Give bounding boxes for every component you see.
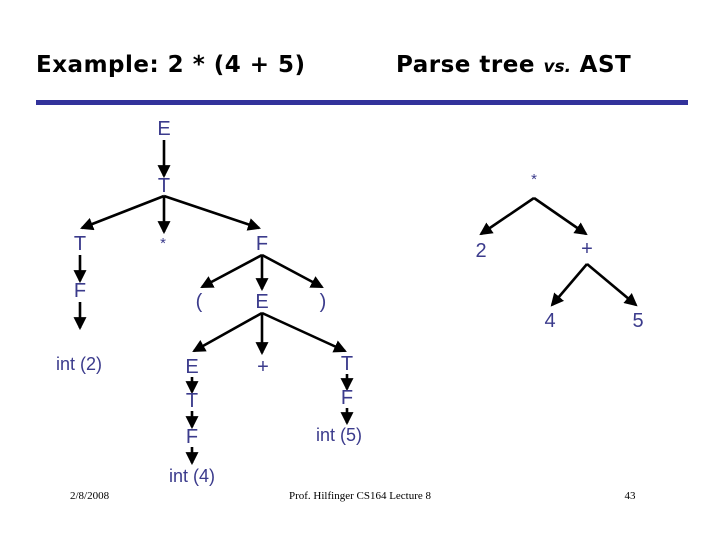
tree-node-parse-tree-n1: E	[157, 118, 170, 140]
tree-node-parse-tree-n6: F	[74, 280, 86, 302]
tree-node-parse-tree-n3: T	[74, 233, 86, 255]
tree-node-parse-tree-n5: F	[256, 233, 268, 255]
tree-node-ast-a3: +	[581, 238, 593, 260]
tree-node-ast-a2: 2	[475, 240, 486, 262]
tree-edge-n8-n13	[261, 311, 347, 353]
tree-node-ast-a4: 4	[544, 310, 555, 332]
tree-node-parse-tree-n18: int (4)	[169, 466, 215, 486]
tree-edge-a1-a3	[533, 196, 588, 236]
tree-edge-a3-a4	[550, 263, 588, 307]
tree-node-parse-tree-n2: T	[158, 175, 170, 197]
tree-diagram-area: ETT * FF(E)int (2) E + TT FF int (5)int (4)*2 +4…	[56, 118, 644, 486]
tree-node-ast-a5: 5	[632, 310, 643, 332]
slide-canvas: Example: 2 * (4 + 5) Parse tree vs. AST …	[0, 0, 720, 540]
tree-edge-n2-n3	[80, 194, 165, 231]
tree-node-parse-tree-n4: *	[160, 235, 166, 252]
tree-edge-n2-n5	[163, 194, 261, 231]
slide-footer: 2/8/2008 Prof. Hilfinger CS164 Lecture 8…	[0, 490, 720, 510]
tree-node-parse-tree-n15: F	[341, 387, 353, 409]
tree-node-parse-tree-n10: int (2)	[56, 354, 102, 374]
tree-node-parse-tree-n8: E	[255, 291, 268, 313]
tree-node-parse-tree-n17: int (5)	[316, 425, 362, 445]
tree-node-parse-tree-n11: E	[185, 356, 198, 378]
tree-edge-n5-n7	[200, 253, 263, 289]
tree-edge-n5-n9	[261, 253, 324, 289]
tree-node-parse-tree-n7: (	[196, 291, 203, 313]
tree-node-parse-tree-n12: +	[257, 356, 269, 378]
tree-node-parse-tree-n16: F	[186, 426, 198, 448]
tree-edge-n8-n11	[192, 311, 263, 353]
footer-page-number: 43	[624, 490, 636, 502]
tree-node-parse-tree-n13: T	[341, 353, 353, 375]
tree-node-parse-tree-n9: )	[320, 291, 327, 313]
tree-node-parse-tree-n14: T	[186, 390, 198, 412]
tree-edge-a3-a5	[586, 263, 638, 307]
tree-node-ast-a1: *	[531, 171, 537, 188]
tree-edge-a1-a2	[479, 196, 535, 236]
